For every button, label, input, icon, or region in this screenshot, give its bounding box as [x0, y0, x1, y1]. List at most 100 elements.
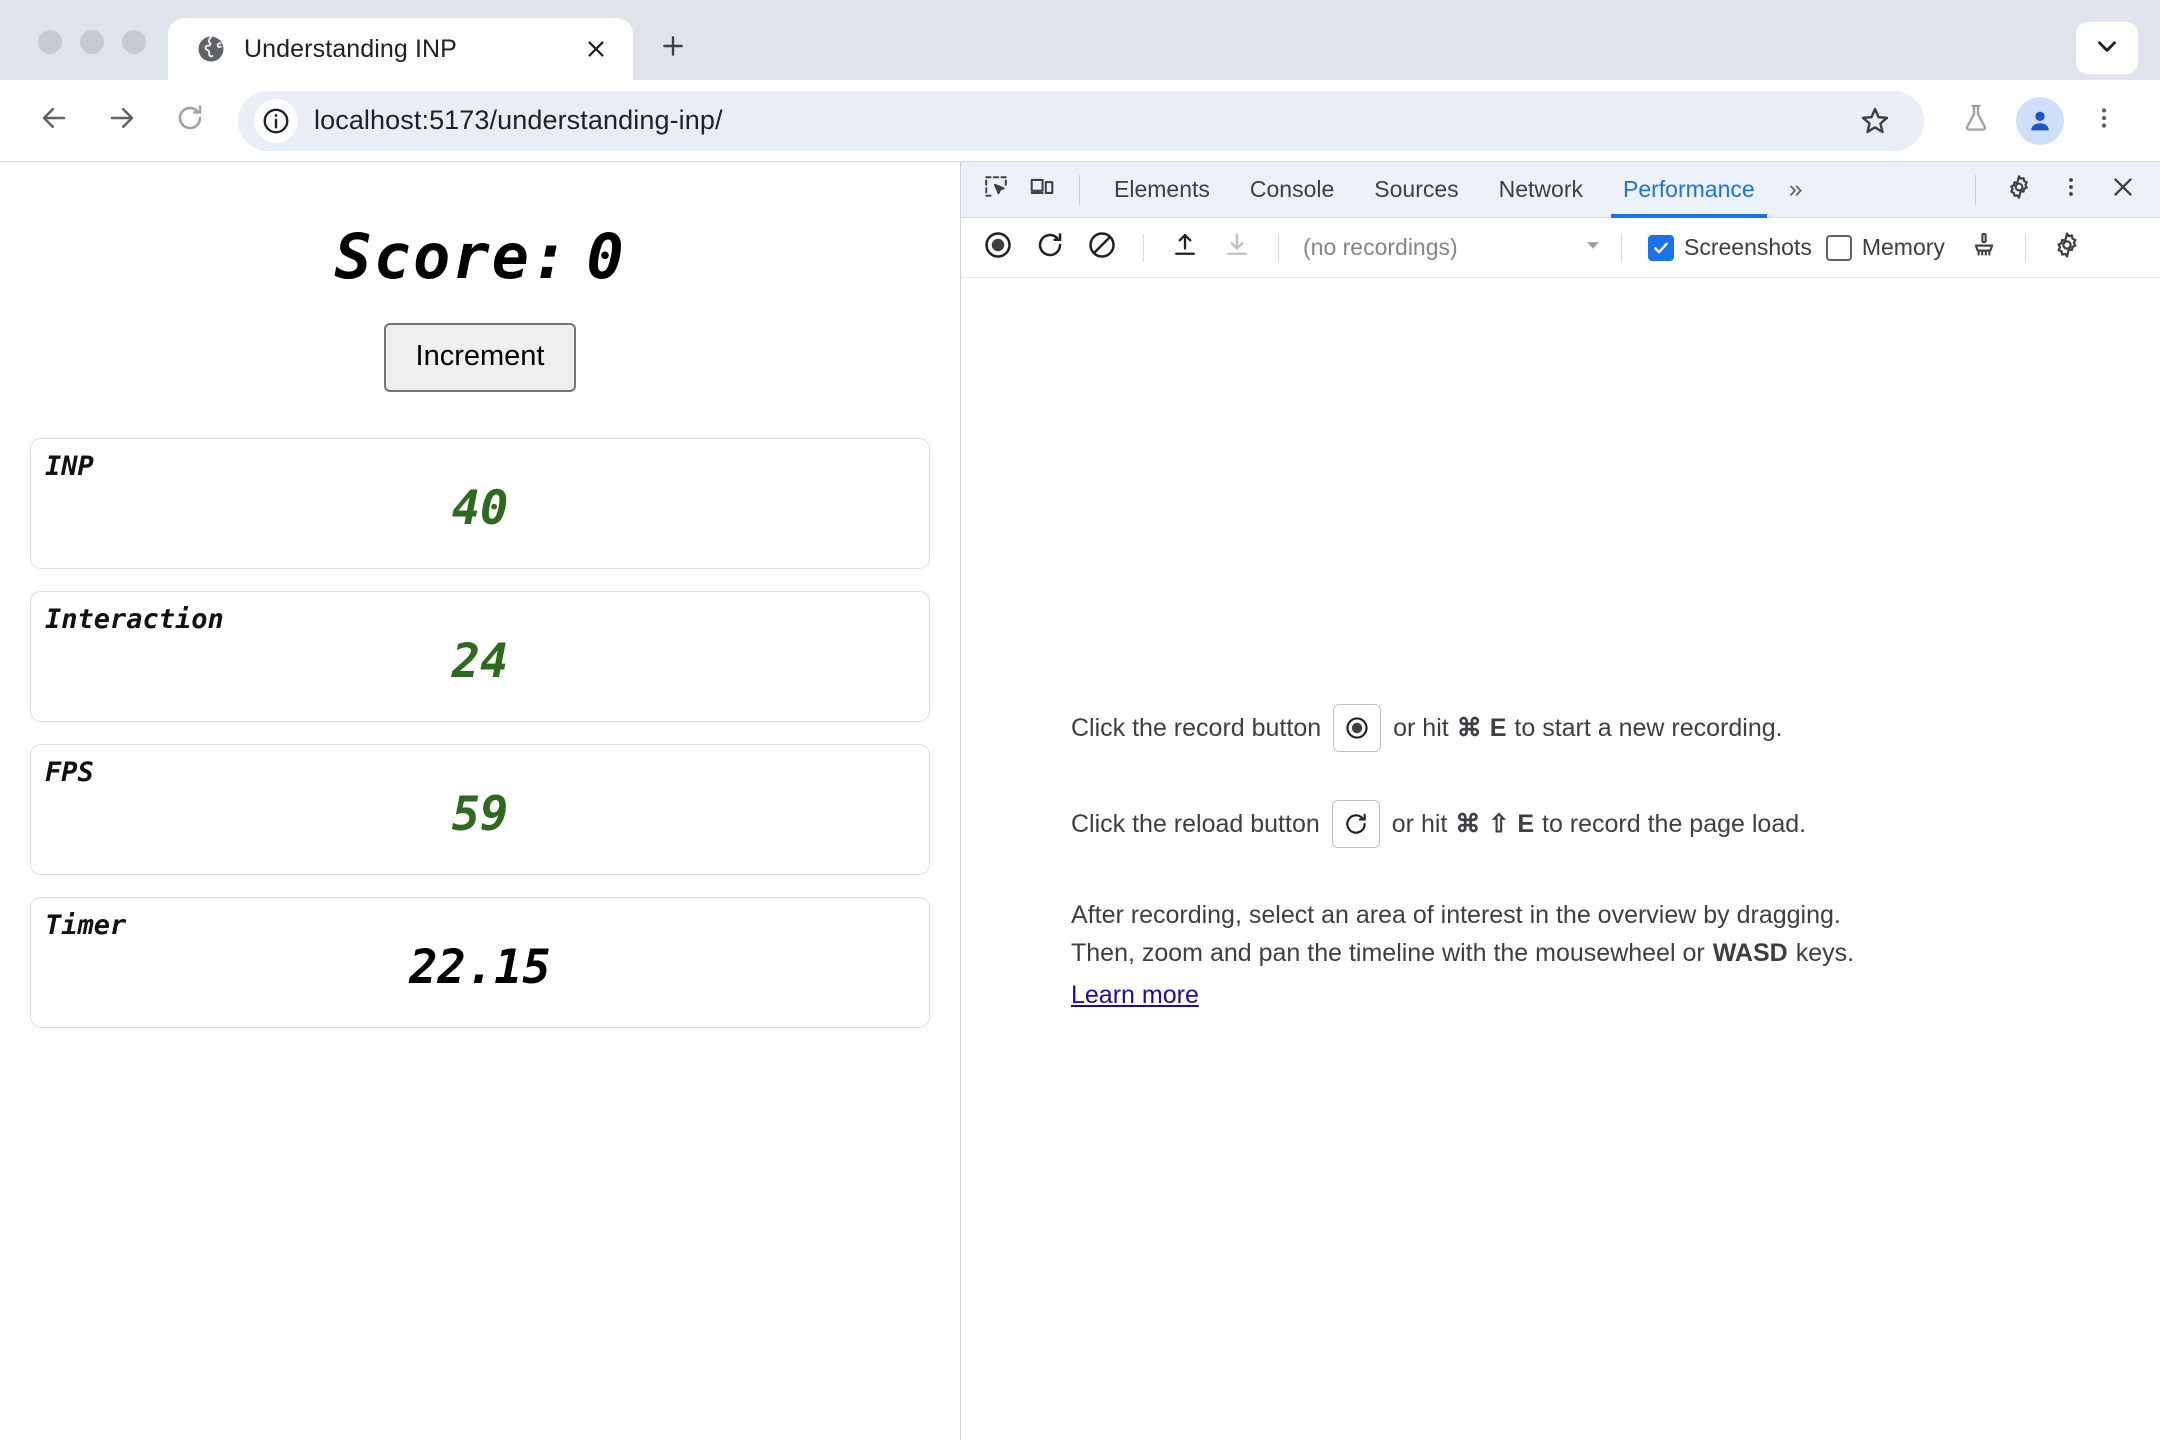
reload-icon — [1035, 230, 1065, 265]
divider — [1079, 174, 1080, 205]
devtools-more-options-button[interactable] — [2048, 167, 2094, 213]
tab-console[interactable]: Console — [1230, 162, 1354, 218]
info-circle-icon[interactable] — [254, 98, 298, 143]
download-icon — [1223, 231, 1251, 264]
overview-hint-line2-suffix: keys. — [1795, 939, 1855, 967]
load-profile-button[interactable] — [1162, 225, 1208, 271]
metrics-list: INP 40 Interaction 24 FPS 59 Timer 22.15 — [30, 438, 930, 1028]
reload-button[interactable] — [158, 89, 222, 153]
metric-label: FPS — [45, 757, 94, 788]
tab-elements[interactable]: Elements — [1094, 162, 1230, 218]
url-text: localhost:5173/understanding-inp/ — [314, 105, 723, 135]
window-minimize-button[interactable] — [80, 30, 104, 54]
record-instruction-suffix: to start a new recording. — [1514, 713, 1783, 742]
tab-strip: Understanding INP — [0, 0, 2160, 80]
clear-slash-icon — [1087, 230, 1117, 265]
browser-menu-button[interactable] — [2074, 91, 2134, 151]
record-circle-icon[interactable] — [1333, 704, 1382, 752]
globe-icon — [196, 34, 226, 64]
chevron-down-icon — [2094, 33, 2120, 64]
capture-settings-button[interactable] — [2044, 225, 2090, 271]
tab-search-button[interactable] — [2076, 22, 2138, 74]
person-icon — [2016, 96, 2064, 145]
tab-network[interactable]: Network — [1479, 162, 1603, 218]
metric-value: 22.15 — [409, 940, 551, 995]
checkbox-checked-icon — [1648, 234, 1674, 261]
devtools-panel: Elements Console Sources Network Perform… — [961, 162, 2160, 1440]
divider — [1621, 233, 1622, 262]
devtools-tab-bar: Elements Console Sources Network Perform… — [961, 162, 2160, 218]
cmd-key-label: ⌘ — [1455, 810, 1481, 838]
reload-instruction-prefix: Click the reload button — [1071, 809, 1320, 838]
back-button[interactable] — [22, 89, 86, 153]
tab-sources[interactable]: Sources — [1354, 162, 1478, 218]
performance-panel-body: Click the record button or hit ⌘ E to st… — [961, 278, 2160, 1440]
record-circle-icon — [983, 230, 1013, 265]
close-icon[interactable] — [579, 32, 613, 66]
flask-icon — [1960, 102, 1992, 139]
profile-button[interactable] — [2010, 91, 2070, 151]
metric-value: 59 — [451, 787, 509, 842]
close-icon — [2110, 174, 2136, 205]
address-bar[interactable]: localhost:5173/understanding-inp/ — [238, 90, 1924, 151]
tab-performance[interactable]: Performance — [1603, 162, 1775, 218]
overview-hint-line2-prefix: Then, zoom and pan the timeline with the… — [1071, 939, 1705, 967]
increment-button[interactable]: Increment — [383, 323, 577, 392]
memory-label: Memory — [1861, 234, 1945, 260]
collect-garbage-button[interactable] — [1961, 225, 2007, 271]
cmd-key-label: ⌘ — [1456, 714, 1482, 742]
browser-tab[interactable]: Understanding INP — [168, 18, 633, 80]
devtools-settings-button[interactable] — [1996, 167, 2042, 213]
browser-toolbar: localhost:5173/understanding-inp/ — [0, 80, 2160, 162]
divider — [1278, 233, 1279, 262]
record-button[interactable] — [975, 225, 1021, 271]
increment-button-wrap: Increment — [0, 323, 960, 392]
e-key-label: E — [1489, 713, 1507, 742]
device-toolbar-button[interactable] — [1019, 167, 1065, 213]
devtools-tabbar-actions — [1961, 167, 2160, 213]
browser-window: Understanding INP localhost:5173/underst… — [0, 0, 2160, 1440]
inspect-element-button[interactable] — [973, 167, 1019, 213]
metric-card-fps: FPS 59 — [30, 744, 930, 875]
overview-hint-paragraph: After recording, select an area of inter… — [1071, 896, 2120, 1014]
forward-button[interactable] — [90, 89, 154, 153]
viewport: Score: 0 Increment INP 40 Interaction 24 … — [0, 162, 2160, 1440]
metric-value: 24 — [451, 634, 509, 689]
memory-checkbox[interactable]: Memory — [1825, 234, 1945, 261]
record-instruction-prefix: Click the record button — [1071, 713, 1322, 742]
new-tab-button[interactable] — [647, 22, 699, 74]
three-dot-menu-icon — [2091, 105, 2117, 136]
window-controls — [0, 30, 168, 80]
star-icon[interactable] — [1848, 94, 1902, 148]
tab-title: Understanding INP — [244, 34, 457, 63]
reload-and-record-button[interactable] — [1027, 225, 1073, 271]
metric-card-timer: Timer 22.15 — [30, 897, 930, 1028]
record-instruction-mid: or hit — [1393, 713, 1449, 742]
reload-instruction-suffix: to record the page load. — [1542, 809, 1807, 838]
screenshots-checkbox[interactable]: Screenshots — [1648, 234, 1812, 261]
recordings-label: (no recordings) — [1303, 234, 1458, 260]
window-close-button[interactable] — [38, 30, 62, 54]
score-value: 0 — [586, 220, 626, 293]
divider — [1975, 174, 1976, 205]
more-tabs-button[interactable]: » — [1775, 162, 1817, 218]
learn-more-link[interactable]: Learn more — [1071, 976, 1199, 1014]
three-dot-menu-icon — [2059, 175, 2083, 204]
screenshots-label: Screenshots — [1684, 234, 1812, 260]
clear-recording-button[interactable] — [1079, 225, 1125, 271]
reload-icon — [175, 103, 205, 138]
metric-label: Interaction — [45, 604, 224, 635]
save-profile-button[interactable] — [1214, 225, 1260, 271]
window-maximize-button[interactable] — [122, 30, 146, 54]
overview-hint-line1: After recording, select an area of inter… — [1071, 901, 1841, 929]
gear-icon — [2005, 173, 2033, 206]
recordings-dropdown[interactable]: (no recordings) — [1303, 234, 1603, 261]
wasd-keys-label: WASD — [1712, 939, 1788, 967]
device-toolbar-icon — [1029, 174, 1055, 205]
e-key-label: E — [1517, 809, 1534, 838]
reload-icon[interactable] — [1331, 800, 1380, 848]
reload-instruction-mid: or hit — [1391, 809, 1448, 838]
experiments-button[interactable] — [1946, 91, 2006, 151]
devtools-close-button[interactable] — [2100, 167, 2146, 213]
divider — [1143, 233, 1144, 262]
